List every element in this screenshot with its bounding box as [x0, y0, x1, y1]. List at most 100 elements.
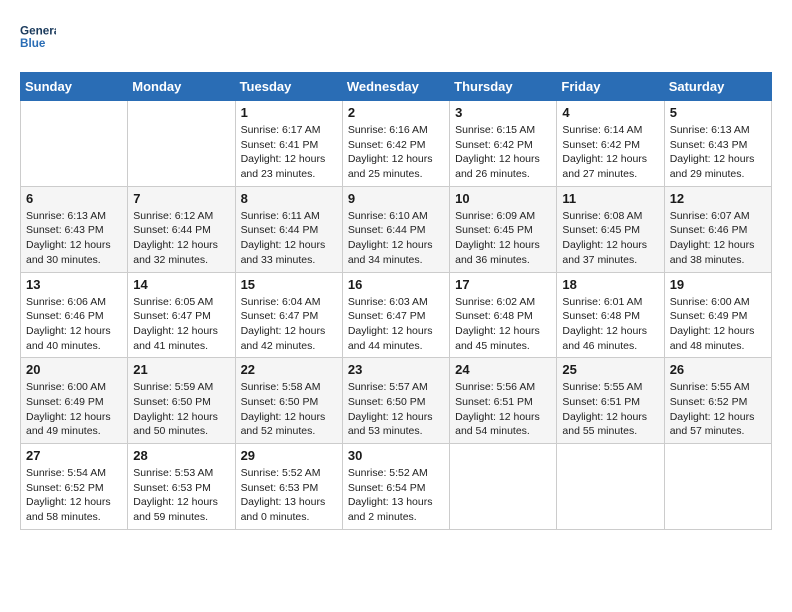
day-number: 3: [455, 105, 551, 120]
calendar-cell: 18Sunrise: 6:01 AMSunset: 6:48 PMDayligh…: [557, 272, 664, 358]
day-number: 14: [133, 277, 229, 292]
calendar-cell: 26 Sunrise: 5:55 AMSunset: 6:52 PMDayligh…: [664, 358, 771, 444]
week-row-4: 20 Sunrise: 6:00 AMSunset: 6:49 PMDayligh…: [21, 358, 772, 444]
day-number: 29: [241, 448, 337, 463]
cell-info: Sunrise: 5:52 AMSunset: 6:54 PMDaylight:…: [348, 466, 444, 525]
calendar-cell: 2 Sunrise: 6:16 AMSunset: 6:42 PMDaylight…: [342, 101, 449, 187]
day-number: 9: [348, 191, 444, 206]
calendar-cell: [128, 101, 235, 187]
column-header-saturday: Saturday: [664, 73, 771, 101]
column-header-sunday: Sunday: [21, 73, 128, 101]
cell-info: Sunrise: 6:04 AMSunset: 6:47 PMDaylight:…: [241, 295, 337, 354]
day-number: 13: [26, 277, 122, 292]
cell-info: Sunrise: 6:16 AMSunset: 6:42 PMDaylight:…: [348, 123, 444, 182]
cell-info: Sunrise: 5:54 AMSunset: 6:52 PMDaylight:…: [26, 466, 122, 525]
cell-info: Sunrise: 6:11 AMSunset: 6:44 PMDaylight:…: [241, 209, 337, 268]
column-header-monday: Monday: [128, 73, 235, 101]
calendar-cell: 29Sunrise: 5:52 AMSunset: 6:53 PMDayligh…: [235, 444, 342, 530]
day-number: 17: [455, 277, 551, 292]
day-number: 19: [670, 277, 766, 292]
logo: GeneralBlue: [20, 20, 56, 56]
day-number: 28: [133, 448, 229, 463]
cell-info: Sunrise: 6:13 AMSunset: 6:43 PMDaylight:…: [26, 209, 122, 268]
cell-info: Sunrise: 6:14 AMSunset: 6:42 PMDaylight:…: [562, 123, 658, 182]
cell-info: Sunrise: 5:53 AMSunset: 6:53 PMDaylight:…: [133, 466, 229, 525]
calendar-cell: [450, 444, 557, 530]
column-header-tuesday: Tuesday: [235, 73, 342, 101]
day-number: 20: [26, 362, 122, 377]
calendar-cell: 19 Sunrise: 6:00 AMSunset: 6:49 PMDayligh…: [664, 272, 771, 358]
logo-icon: GeneralBlue: [20, 20, 56, 56]
calendar-cell: 13 Sunrise: 6:06 AMSunset: 6:46 PMDayligh…: [21, 272, 128, 358]
cell-info: Sunrise: 6:06 AMSunset: 6:46 PMDaylight:…: [26, 295, 122, 354]
cell-info: Sunrise: 6:08 AMSunset: 6:45 PMDaylight:…: [562, 209, 658, 268]
calendar-cell: 17 Sunrise: 6:02 AMSunset: 6:48 PMDayligh…: [450, 272, 557, 358]
cell-info: Sunrise: 6:02 AMSunset: 6:48 PMDaylight:…: [455, 295, 551, 354]
cell-info: Sunrise: 6:12 AMSunset: 6:44 PMDaylight:…: [133, 209, 229, 268]
day-number: 2: [348, 105, 444, 120]
day-number: 30: [348, 448, 444, 463]
day-number: 12: [670, 191, 766, 206]
day-number: 27: [26, 448, 122, 463]
cell-info: Sunrise: 6:09 AMSunset: 6:45 PMDaylight:…: [455, 209, 551, 268]
calendar-cell: [21, 101, 128, 187]
cell-info: Sunrise: 6:00 AMSunset: 6:49 PMDaylight:…: [26, 380, 122, 439]
cell-info: Sunrise: 5:55 AMSunset: 6:52 PMDaylight:…: [670, 380, 766, 439]
cell-info: Sunrise: 5:56 AMSunset: 6:51 PMDaylight:…: [455, 380, 551, 439]
calendar-cell: 23 Sunrise: 5:57 AMSunset: 6:50 PMDayligh…: [342, 358, 449, 444]
cell-info: Sunrise: 6:15 AMSunset: 6:42 PMDaylight:…: [455, 123, 551, 182]
day-number: 11: [562, 191, 658, 206]
cell-info: Sunrise: 5:57 AMSunset: 6:50 PMDaylight:…: [348, 380, 444, 439]
cell-info: Sunrise: 6:03 AMSunset: 6:47 PMDaylight:…: [348, 295, 444, 354]
calendar-cell: 22 Sunrise: 5:58 AMSunset: 6:50 PMDayligh…: [235, 358, 342, 444]
calendar-cell: 1 Sunrise: 6:17 AMSunset: 6:41 PMDaylight…: [235, 101, 342, 187]
calendar-cell: 21 Sunrise: 5:59 AMSunset: 6:50 PMDayligh…: [128, 358, 235, 444]
week-row-3: 13 Sunrise: 6:06 AMSunset: 6:46 PMDayligh…: [21, 272, 772, 358]
day-number: 6: [26, 191, 122, 206]
day-number: 7: [133, 191, 229, 206]
day-number: 25: [562, 362, 658, 377]
day-number: 23: [348, 362, 444, 377]
cell-info: Sunrise: 5:59 AMSunset: 6:50 PMDaylight:…: [133, 380, 229, 439]
calendar-cell: 11 Sunrise: 6:08 AMSunset: 6:45 PMDayligh…: [557, 186, 664, 272]
day-number: 16: [348, 277, 444, 292]
calendar-cell: [664, 444, 771, 530]
calendar-cell: 9 Sunrise: 6:10 AMSunset: 6:44 PMDaylight…: [342, 186, 449, 272]
calendar-cell: 20 Sunrise: 6:00 AMSunset: 6:49 PMDayligh…: [21, 358, 128, 444]
calendar-cell: 3 Sunrise: 6:15 AMSunset: 6:42 PMDaylight…: [450, 101, 557, 187]
calendar-cell: 28 Sunrise: 5:53 AMSunset: 6:53 PMDayligh…: [128, 444, 235, 530]
calendar-table: SundayMondayTuesdayWednesdayThursdayFrid…: [20, 72, 772, 530]
calendar-cell: 12Sunrise: 6:07 AMSunset: 6:46 PMDayligh…: [664, 186, 771, 272]
cell-info: Sunrise: 6:13 AMSunset: 6:43 PMDaylight:…: [670, 123, 766, 182]
day-number: 21: [133, 362, 229, 377]
cell-info: Sunrise: 6:05 AMSunset: 6:47 PMDaylight:…: [133, 295, 229, 354]
calendar-cell: 24 Sunrise: 5:56 AMSunset: 6:51 PMDayligh…: [450, 358, 557, 444]
week-row-5: 27 Sunrise: 5:54 AMSunset: 6:52 PMDayligh…: [21, 444, 772, 530]
day-number: 24: [455, 362, 551, 377]
svg-text:Blue: Blue: [20, 37, 46, 50]
svg-text:General: General: [20, 24, 56, 37]
week-row-1: 1 Sunrise: 6:17 AMSunset: 6:41 PMDaylight…: [21, 101, 772, 187]
cell-info: Sunrise: 6:17 AMSunset: 6:41 PMDaylight:…: [241, 123, 337, 182]
day-number: 22: [241, 362, 337, 377]
page-header: GeneralBlue: [20, 20, 772, 56]
week-row-2: 6 Sunrise: 6:13 AMSunset: 6:43 PMDaylight…: [21, 186, 772, 272]
day-number: 26: [670, 362, 766, 377]
day-number: 8: [241, 191, 337, 206]
column-header-friday: Friday: [557, 73, 664, 101]
calendar-cell: 15 Sunrise: 6:04 AMSunset: 6:47 PMDayligh…: [235, 272, 342, 358]
day-number: 15: [241, 277, 337, 292]
calendar-cell: 27 Sunrise: 5:54 AMSunset: 6:52 PMDayligh…: [21, 444, 128, 530]
day-number: 18: [562, 277, 658, 292]
header-row: SundayMondayTuesdayWednesdayThursdayFrid…: [21, 73, 772, 101]
cell-info: Sunrise: 6:00 AMSunset: 6:49 PMDaylight:…: [670, 295, 766, 354]
day-number: 4: [562, 105, 658, 120]
cell-info: Sunrise: 5:55 AMSunset: 6:51 PMDaylight:…: [562, 380, 658, 439]
calendar-cell: [557, 444, 664, 530]
cell-info: Sunrise: 5:58 AMSunset: 6:50 PMDaylight:…: [241, 380, 337, 439]
day-number: 1: [241, 105, 337, 120]
day-number: 5: [670, 105, 766, 120]
calendar-cell: 7 Sunrise: 6:12 AMSunset: 6:44 PMDaylight…: [128, 186, 235, 272]
calendar-cell: 5 Sunrise: 6:13 AMSunset: 6:43 PMDaylight…: [664, 101, 771, 187]
cell-info: Sunrise: 6:10 AMSunset: 6:44 PMDaylight:…: [348, 209, 444, 268]
